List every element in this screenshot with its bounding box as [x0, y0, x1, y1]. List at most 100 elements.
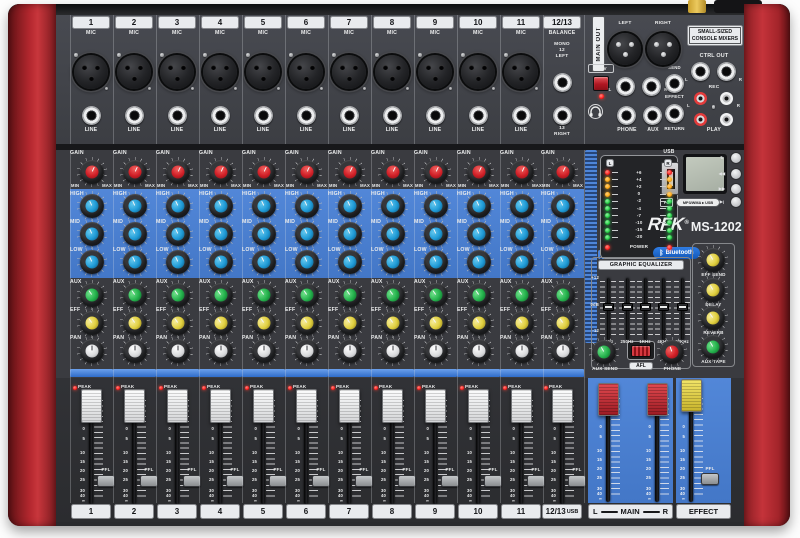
effect-fader[interactable] [681, 379, 702, 412]
ch1-high-knob[interactable] [77, 191, 107, 221]
ch3-pan-knob[interactable] [163, 336, 193, 366]
ch12-13-eff-knob[interactable] [548, 308, 578, 338]
ch9-pan-knob[interactable] [421, 336, 451, 366]
main-r-fader[interactable] [647, 383, 668, 416]
ch3-eff-knob[interactable] [163, 308, 193, 338]
ch4-low-knob[interactable] [206, 247, 236, 277]
ch6-fader[interactable] [296, 389, 317, 423]
ch5-high-knob[interactable] [249, 191, 279, 221]
ch11-fader[interactable] [511, 389, 532, 423]
ch8-aux-knob[interactable] [378, 280, 408, 310]
repeat-button[interactable] [730, 152, 742, 164]
ch5-mid-knob[interactable] [249, 219, 279, 249]
ch8-fader[interactable] [382, 389, 403, 423]
ch10-eff-knob[interactable] [464, 308, 494, 338]
eff-send-knob[interactable] [698, 245, 728, 275]
ch7-eff-knob[interactable] [335, 308, 365, 338]
ch2-fader[interactable] [124, 389, 145, 423]
ch1-fader[interactable] [81, 389, 102, 423]
ch6-aux-knob[interactable] [292, 280, 322, 310]
ch7-pan-knob[interactable] [335, 336, 365, 366]
aux-tape-knob[interactable] [698, 332, 728, 362]
ch4-eff-knob[interactable] [206, 308, 236, 338]
eq-band-4-slider[interactable] [658, 303, 669, 311]
ch6-high-knob[interactable] [292, 191, 322, 221]
ch1-mid-knob[interactable] [77, 219, 107, 249]
ch4-aux-knob[interactable] [206, 280, 236, 310]
ch8-mid-knob[interactable] [378, 219, 408, 249]
ch1-eff-knob[interactable] [77, 308, 107, 338]
prev-button[interactable] [730, 168, 742, 180]
ch7-aux-knob[interactable] [335, 280, 365, 310]
ch10-aux-knob[interactable] [464, 280, 494, 310]
ch12-13-low-knob[interactable] [548, 247, 578, 277]
eq-band-3-slider[interactable] [640, 303, 651, 311]
ch9-fader[interactable] [425, 389, 446, 423]
ch12-13-fader[interactable] [552, 389, 573, 423]
ch1-pan-knob[interactable] [77, 336, 107, 366]
afl-button[interactable] [631, 345, 651, 357]
ch12-13-mid-knob[interactable] [548, 219, 578, 249]
ch5-fader[interactable] [253, 389, 274, 423]
ch12-13-pan-knob[interactable] [548, 336, 578, 366]
ch4-fader[interactable] [210, 389, 231, 423]
eq-band-2-slider[interactable] [622, 303, 633, 311]
eq-band-5-slider[interactable] [677, 303, 688, 311]
ch5-eff-knob[interactable] [249, 308, 279, 338]
effect-pfl-button[interactable] [701, 473, 719, 485]
ch4-mid-knob[interactable] [206, 219, 236, 249]
ch1-low-knob[interactable] [77, 247, 107, 277]
ch7-fader[interactable] [339, 389, 360, 423]
ch11-low-knob[interactable] [507, 247, 537, 277]
ch11-pan-knob[interactable] [507, 336, 537, 366]
ch8-high-knob[interactable] [378, 191, 408, 221]
ch10-pan-knob[interactable] [464, 336, 494, 366]
ch6-eff-knob[interactable] [292, 308, 322, 338]
reverb-knob[interactable] [698, 303, 728, 333]
eq-band-1-slider[interactable] [603, 303, 614, 311]
ch2-aux-knob[interactable] [120, 280, 150, 310]
ch9-low-knob[interactable] [421, 247, 451, 277]
ch11-eff-knob[interactable] [507, 308, 537, 338]
ch1-aux-knob[interactable] [77, 280, 107, 310]
ch10-high-knob[interactable] [464, 191, 494, 221]
ch5-aux-knob[interactable] [249, 280, 279, 310]
ch2-pan-knob[interactable] [120, 336, 150, 366]
ch9-mid-knob[interactable] [421, 219, 451, 249]
ch9-aux-knob[interactable] [421, 280, 451, 310]
ch6-pan-knob[interactable] [292, 336, 322, 366]
ch5-low-knob[interactable] [249, 247, 279, 277]
ch9-eff-knob[interactable] [421, 308, 451, 338]
ch4-pan-knob[interactable] [206, 336, 236, 366]
ch5-pan-knob[interactable] [249, 336, 279, 366]
ch10-mid-knob[interactable] [464, 219, 494, 249]
delay-knob[interactable] [698, 275, 728, 305]
ch4-high-knob[interactable] [206, 191, 236, 221]
ch7-high-knob[interactable] [335, 191, 365, 221]
ch11-mid-knob[interactable] [507, 219, 537, 249]
ch2-low-knob[interactable] [120, 247, 150, 277]
ch3-fader[interactable] [167, 389, 188, 423]
ch6-low-knob[interactable] [292, 247, 322, 277]
ch12-13-aux-knob[interactable] [548, 280, 578, 310]
ch2-eff-knob[interactable] [120, 308, 150, 338]
ch2-mid-knob[interactable] [120, 219, 150, 249]
ch3-low-knob[interactable] [163, 247, 193, 277]
ch7-mid-knob[interactable] [335, 219, 365, 249]
ch9-high-knob[interactable] [421, 191, 451, 221]
ch8-low-knob[interactable] [378, 247, 408, 277]
ch10-low-knob[interactable] [464, 247, 494, 277]
ch8-pan-knob[interactable] [378, 336, 408, 366]
ch3-aux-knob[interactable] [163, 280, 193, 310]
ch2-high-knob[interactable] [120, 191, 150, 221]
ch3-high-knob[interactable] [163, 191, 193, 221]
ch8-eff-knob[interactable] [378, 308, 408, 338]
next-button[interactable] [730, 183, 742, 195]
ch11-aux-knob[interactable] [507, 280, 537, 310]
ch6-mid-knob[interactable] [292, 219, 322, 249]
ch11-high-knob[interactable] [507, 191, 537, 221]
ch12-13-high-knob[interactable] [548, 191, 578, 221]
main-l-fader[interactable] [598, 383, 619, 416]
ch7-low-knob[interactable] [335, 247, 365, 277]
phone-knob[interactable] [657, 337, 687, 367]
